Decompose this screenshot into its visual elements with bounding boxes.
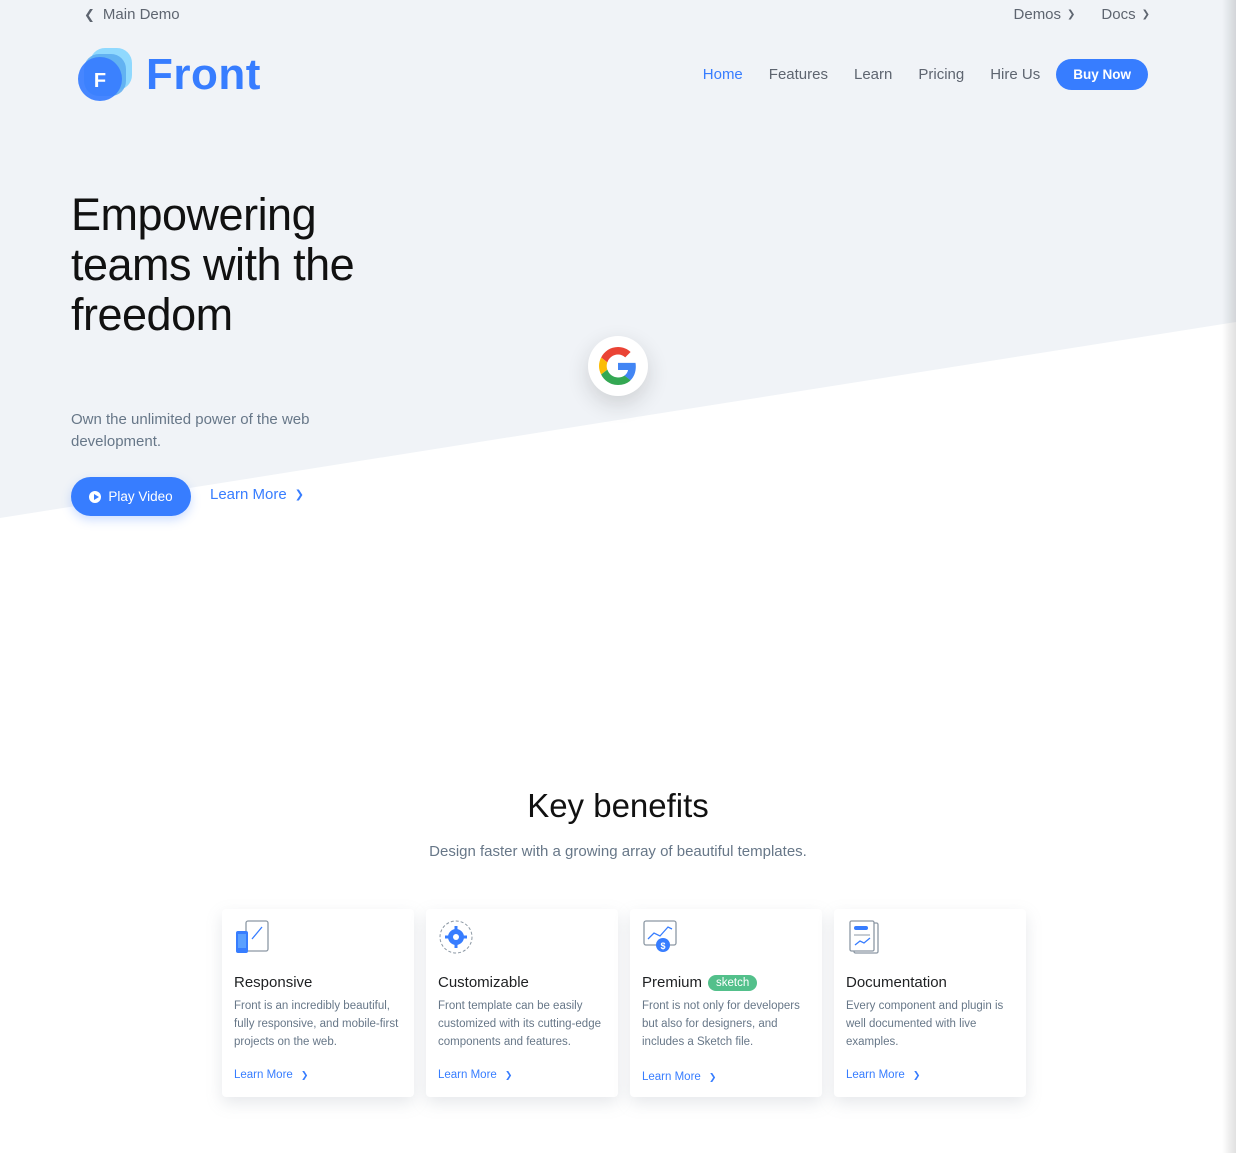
demos-dropdown[interactable]: Demos ❯ [1014, 6, 1076, 23]
benefit-card-documentation: Documentation Every component and plugin… [834, 909, 1026, 1097]
play-video-label: Play Video [108, 489, 173, 504]
nav-hire-us[interactable]: Hire Us [990, 66, 1040, 83]
chevron-right-icon: ❯ [708, 1071, 717, 1082]
logo[interactable]: F Front [76, 46, 261, 104]
card-text: Front is not only for developers but als… [642, 1000, 800, 1048]
top-dropdowns: Demos ❯ Docs ❯ [1014, 6, 1150, 23]
chevron-down-icon: ❯ [1067, 9, 1076, 20]
hero-title: Empowering teams with the freedom [71, 189, 355, 340]
buy-now-button[interactable]: Buy Now [1056, 59, 1148, 90]
main-nav: Home Features Learn Pricing Hire Us Buy … [703, 59, 1148, 90]
google-logo-bubble[interactable] [588, 336, 648, 396]
top-bar: ❮ Main Demo Demos ❯ Docs ❯ [0, 6, 1236, 28]
card-learn-more-label: Learn More [438, 1069, 497, 1081]
card-text: Front is an incredibly beautiful, fully … [234, 1000, 399, 1048]
gear-icon [439, 920, 473, 954]
card-learn-more-link[interactable]: Learn More ❯ [642, 1071, 716, 1083]
chevron-right-icon: ❯ [300, 1069, 309, 1080]
card-text: Front template can be easily customized … [438, 1000, 601, 1048]
main-demo-link[interactable]: ❮ Main Demo [84, 6, 180, 23]
logo-text: Front [146, 50, 261, 99]
main-demo-label: Main Demo [102, 6, 180, 23]
card-text: Every component and plugin is well docum… [846, 1000, 1004, 1048]
chevron-right-icon: ❯ [912, 1069, 921, 1080]
card-title: Documentation [846, 974, 947, 991]
card-title: Premium [642, 974, 703, 991]
sketch-badge: sketch [708, 974, 758, 991]
benefit-card-premium: $ Premium sketch Front is not only for d… [630, 909, 822, 1097]
benefits-title: Key benefits [527, 787, 709, 824]
chevron-down-icon: ❯ [1141, 9, 1150, 20]
svg-text:$: $ [660, 941, 665, 951]
nav-pricing[interactable]: Pricing [918, 66, 964, 83]
docs-dropdown[interactable]: Docs ❯ [1101, 6, 1150, 23]
benefits-subtitle: Design faster with a growing array of be… [429, 843, 807, 860]
responsive-devices-icon [236, 920, 269, 953]
card-learn-more-link[interactable]: Learn More ❯ [234, 1069, 308, 1081]
chart-dollar-icon: $ [643, 920, 677, 952]
card-title: Responsive [234, 974, 313, 991]
benefit-card-customizable: Customizable Front template can be easil… [426, 909, 618, 1097]
hero-subtitle: Own the unlimited power of the web devel… [71, 411, 310, 450]
play-icon [89, 490, 102, 503]
card-title: Customizable [438, 974, 529, 991]
card-learn-more-link[interactable]: Learn More ❯ [438, 1069, 512, 1081]
scroll-edge-shadow [1222, 0, 1236, 1153]
card-learn-more-label: Learn More [234, 1069, 293, 1081]
nav-features[interactable]: Features [769, 66, 828, 83]
hero-learn-more-link[interactable]: Learn More ❯ [210, 486, 304, 503]
card-learn-more-label: Learn More [642, 1071, 701, 1083]
document-icon [849, 920, 879, 954]
chevron-right-icon: ❯ [504, 1069, 513, 1080]
chevron-left-icon: ❮ [84, 6, 95, 22]
nav-learn[interactable]: Learn [854, 66, 892, 83]
hero-learn-more-label: Learn More [210, 486, 287, 503]
benefit-card-responsive: Responsive Front is an incredibly beauti… [222, 909, 414, 1097]
google-icon [599, 347, 636, 385]
card-learn-more-label: Learn More [846, 1069, 905, 1081]
logo-icon: F [76, 46, 134, 104]
docs-label: Docs [1101, 6, 1136, 23]
demos-label: Demos [1013, 6, 1062, 23]
play-video-button[interactable]: Play Video [71, 477, 191, 516]
card-learn-more-link[interactable]: Learn More ❯ [846, 1069, 920, 1081]
logo-letter: F [94, 70, 106, 92]
benefit-cards: Responsive Front is an incredibly beauti… [222, 909, 1026, 1097]
chevron-right-icon: ❯ [294, 489, 304, 501]
nav-home[interactable]: Home [703, 66, 743, 83]
